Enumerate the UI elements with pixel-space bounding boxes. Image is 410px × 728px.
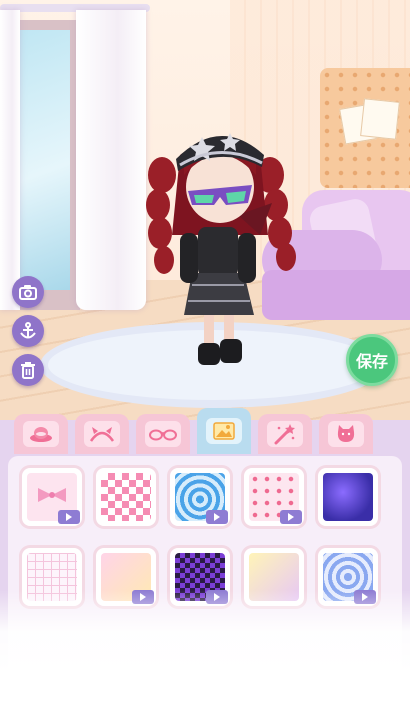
magic-wand-icon [274,424,295,445]
background-item-pink-hearts[interactable] [244,468,304,526]
anchor-icon [20,322,36,339]
camera-button[interactable] [12,276,44,308]
trash-icon [21,362,35,379]
trash-button[interactable] [12,354,44,386]
camera-icon [19,285,37,300]
hat-icon [30,427,52,442]
background-item-pink-checker[interactable] [96,468,156,526]
save-button[interactable]: 保存 [346,334,398,386]
glasses-icon [149,429,177,441]
tab-hat[interactable] [14,414,68,454]
pinned-note [360,98,400,140]
character-avatar[interactable] [140,115,300,375]
curtain-right [76,10,146,310]
tab-pet[interactable] [319,414,373,454]
tab-headband[interactable] [75,414,129,454]
video-ad-icon [206,510,228,524]
cork-board [320,68,410,188]
video-ad-icon [280,510,302,524]
tab-magic[interactable] [258,414,312,454]
bottom-fade-overlay [0,590,410,728]
background-item-pink-bow[interactable] [22,468,82,526]
background-item-purple-galaxy[interactable] [318,468,378,526]
background-item-blue-heart-rings[interactable] [170,468,230,526]
pet-cat-icon [337,425,355,442]
category-tabs [14,408,410,458]
background-image-icon [213,422,235,440]
video-ad-icon [58,510,80,524]
background-grid [22,468,392,606]
headband-icon [89,427,115,442]
tab-glasses[interactable] [136,414,190,454]
tab-background[interactable] [197,408,251,454]
curtain-left [0,10,20,310]
anchor-button[interactable] [12,315,44,347]
